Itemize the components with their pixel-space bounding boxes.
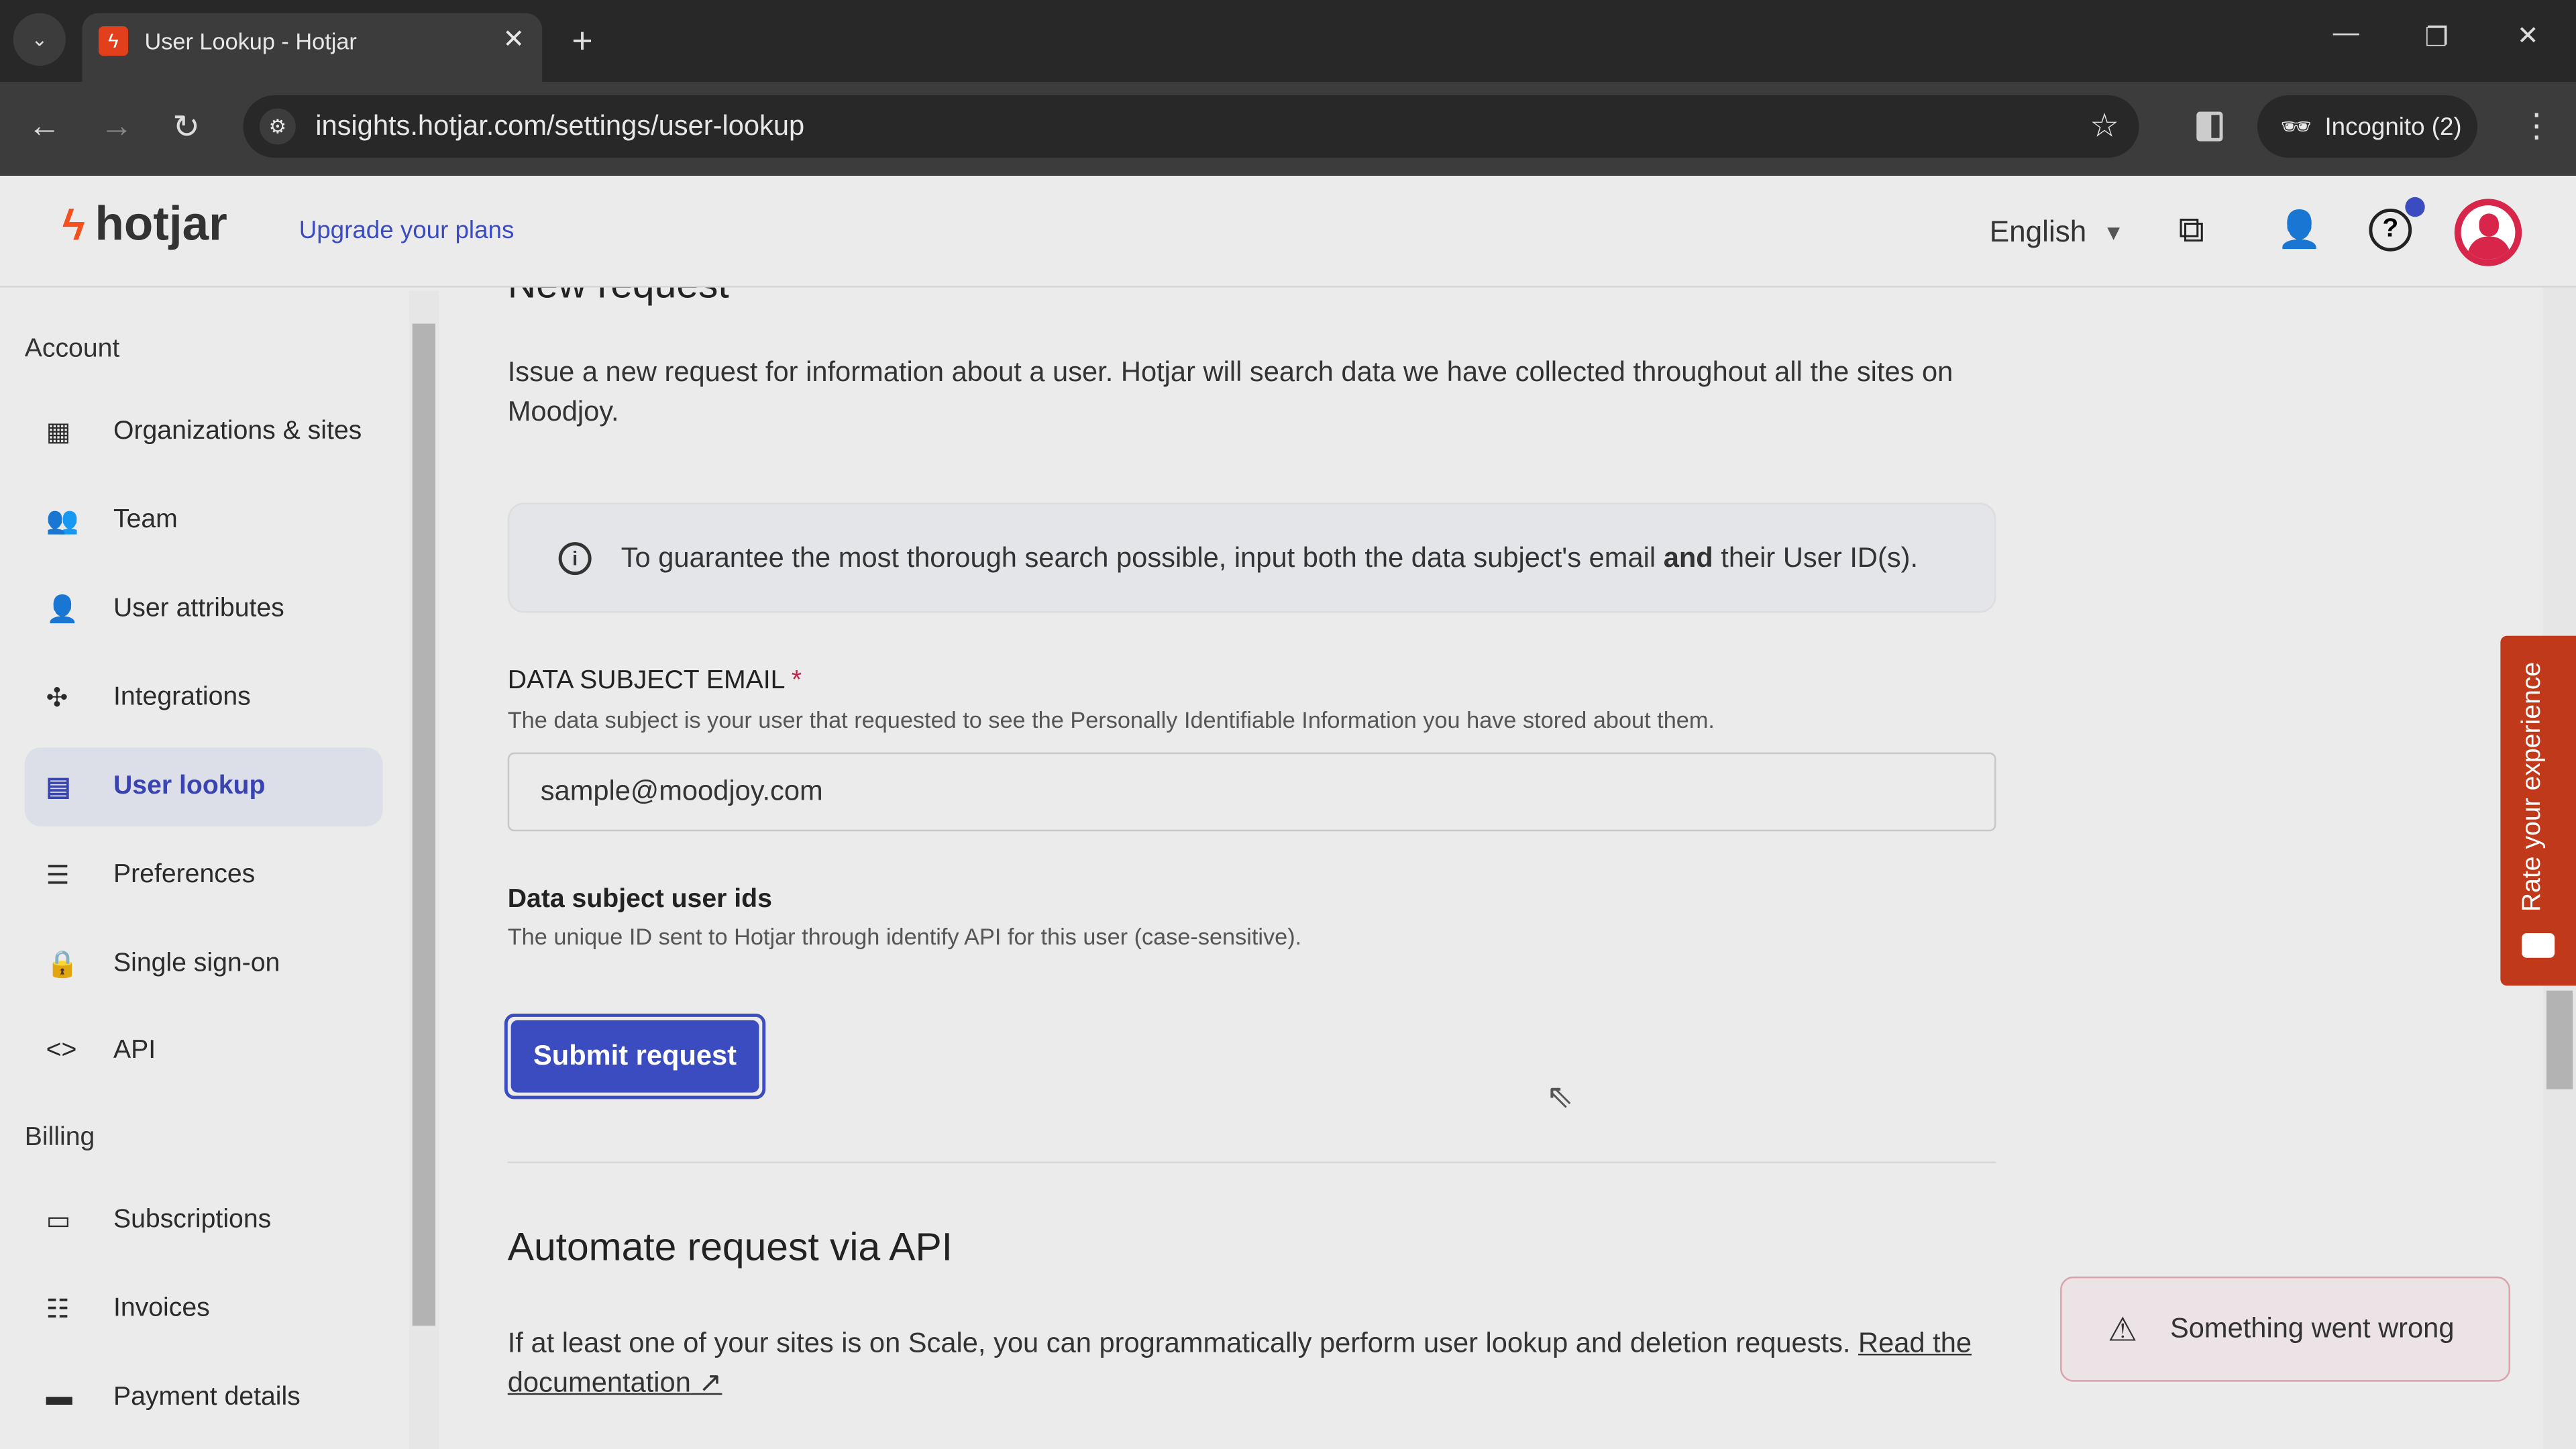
incognito-icon: 🕶 <box>2280 113 2312 142</box>
user-lookup-icon: ▤ <box>46 773 71 802</box>
credit-card-icon: ▬ <box>46 1383 72 1411</box>
sidebar-item-preferences[interactable]: ☰ Preferences <box>25 837 383 916</box>
sidebar-item-label: Single sign-on <box>113 949 280 978</box>
divider <box>507 1161 1996 1163</box>
tab-search-button[interactable]: ⌄ <box>13 13 66 66</box>
sidebar-item-api[interactable]: <> API <box>25 1012 383 1091</box>
user-ids-help: The unique ID sent to Hotjar through ide… <box>507 923 1302 950</box>
toast-message: Something went wrong <box>2169 1312 2455 1344</box>
sidebar-item-user-lookup[interactable]: ▤ User lookup <box>24 747 383 826</box>
language-select[interactable]: English ▼ <box>1990 215 2125 250</box>
user-attributes-icon: 👤 <box>46 596 79 625</box>
submit-request-button[interactable]: Submit request <box>504 1014 766 1099</box>
email-value: sample@moodjoy.com <box>540 775 823 807</box>
building-icon: ▦ <box>46 419 71 447</box>
avatar[interactable] <box>2454 199 2522 266</box>
address-bar[interactable]: ⚙ insights.hotjar.com/settings/user-look… <box>243 95 2139 158</box>
required-marker: * <box>791 667 802 695</box>
close-tab-icon[interactable]: ✕ <box>502 23 525 56</box>
email-label: DATA SUBJECT EMAIL * <box>507 667 802 695</box>
sidebar-section-billing: Billing <box>24 1124 95 1152</box>
browser-tab-bar: ⌄ ϟ User Lookup - Hotjar ✕ + — ❐ ✕ <box>0 0 2576 83</box>
info-banner: i To guarantee the most thorough search … <box>507 502 1996 613</box>
minimize-icon[interactable]: — <box>2333 19 2359 49</box>
sidebar-section-account: Account <box>24 335 120 364</box>
main-content: New request Issue a new request for info… <box>440 263 2543 1449</box>
mouse-cursor-icon: ⇖ <box>1546 1079 1574 1116</box>
help-icon[interactable]: ? <box>2369 209 2412 252</box>
url-text: insights.hotjar.com/settings/user-lookup <box>315 110 805 142</box>
rate-experience-tab[interactable]: Rate your experience <box>2500 635 2576 986</box>
sidebar-item-label: Organizations & sites <box>113 417 362 445</box>
settings-sidebar: Account ▦ Organizations & sites 👥 Team 👤 Us… <box>0 288 407 1449</box>
bookmark-star-icon[interactable]: ☆ <box>2090 105 2119 146</box>
language-value: English <box>1989 215 2087 248</box>
email-help: The data subject is your user that reque… <box>507 706 1715 733</box>
rate-experience-label: Rate your experience <box>2518 661 2546 912</box>
smiley-icon <box>2522 933 2555 958</box>
tab-title: User Lookup - Hotjar <box>144 28 357 54</box>
invoice-icon: ☷ <box>46 1296 70 1324</box>
team-icon: 👥 <box>46 507 79 536</box>
sidebar-item-integrations[interactable]: ✣ Integrations <box>25 659 383 738</box>
intro-text: Issue a new request for information abou… <box>507 356 1953 427</box>
hotjar-favicon: ϟ <box>98 26 129 56</box>
external-link-icon: ↗ <box>698 1366 722 1399</box>
info-text: To guarantee the most thorough search po… <box>621 541 1919 573</box>
sidebar-item-label: Payment details <box>113 1383 301 1411</box>
sidebar-scrollbar[interactable] <box>409 290 439 1449</box>
sidebar-item-label: Integrations <box>113 683 251 712</box>
sidebar-item-label: Team <box>113 506 178 534</box>
warning-icon: ⚠ <box>2108 1311 2137 1348</box>
logo-text: hotjar <box>95 199 227 252</box>
sidebar-item-label: API <box>113 1036 156 1065</box>
api-heading: Automate request via API <box>507 1225 953 1271</box>
hotjar-logo-icon: ϟ <box>62 200 85 250</box>
upgrade-plans-link[interactable]: Upgrade your plans <box>299 217 515 245</box>
sidebar-item-sso[interactable]: 🔒 Single sign-on <box>25 925 383 1004</box>
sidebar-item-team[interactable]: 👥 Team <box>25 482 383 561</box>
code-icon: <> <box>46 1036 77 1065</box>
puzzle-icon: ✣ <box>46 685 68 713</box>
lock-icon: 🔒 <box>46 951 79 979</box>
hotjar-logo[interactable]: ϟ hotjar <box>62 199 227 253</box>
caret-down-icon: ▼ <box>2102 220 2125 245</box>
site-info-icon[interactable]: ⚙ <box>259 108 296 145</box>
notification-dot <box>2405 197 2425 217</box>
integrations-puzzle-icon[interactable]: ⧉ <box>2178 209 2204 252</box>
error-toast: ⚠ Something went wrong <box>2060 1276 2511 1382</box>
sliders-icon: ☰ <box>46 862 70 891</box>
app-header: ϟ hotjar Upgrade your plans English ▼ ⧉ … <box>0 176 2576 288</box>
subscriptions-icon: ▭ <box>46 1208 71 1236</box>
sidebar-item-organizations[interactable]: ▦ Organizations & sites <box>25 392 383 472</box>
sidebar-item-payment-details[interactable]: ▬ Payment details <box>25 1358 383 1438</box>
back-icon[interactable]: ← <box>28 109 61 146</box>
incognito-button[interactable]: 🕶 Incognito (2) <box>2257 95 2478 158</box>
info-icon: i <box>558 541 592 574</box>
restore-icon[interactable]: ❐ <box>2425 21 2449 54</box>
close-window-icon[interactable]: ✕ <box>2517 19 2539 52</box>
sidebar-item-label: Invoices <box>113 1294 210 1323</box>
api-text: If at least one of your sites is on Scal… <box>507 1327 1972 1399</box>
sidebar-item-invoices[interactable]: ☷ Invoices <box>25 1270 383 1349</box>
sidebar-item-label: Subscriptions <box>113 1205 272 1234</box>
invite-user-icon[interactable]: 👤 <box>2277 209 2322 252</box>
sidebar-item-subscriptions[interactable]: ▭ Subscriptions <box>25 1181 383 1260</box>
side-panel-icon[interactable] <box>2196 111 2223 142</box>
sidebar-item-label: User lookup <box>113 772 266 800</box>
sidebar-item-label: Preferences <box>113 861 256 889</box>
user-ids-label: Data subject user ids <box>507 885 772 914</box>
browser-tab[interactable]: ϟ User Lookup - Hotjar ✕ <box>82 13 543 83</box>
email-input[interactable]: sample@moodjoy.com <box>507 752 1996 832</box>
sidebar-item-user-attributes[interactable]: 👤 User attributes <box>25 570 383 649</box>
forward-icon[interactable]: → <box>100 109 133 146</box>
browser-menu-icon[interactable]: ⋮ <box>2520 105 2553 146</box>
reload-icon[interactable]: ↻ <box>172 107 200 148</box>
new-tab-icon[interactable]: + <box>572 19 592 62</box>
incognito-label: Incognito (2) <box>2324 112 2462 141</box>
sidebar-item-label: User attributes <box>113 594 284 623</box>
